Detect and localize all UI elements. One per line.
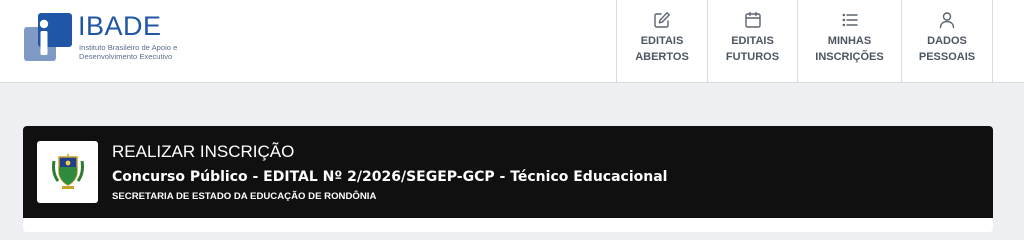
nav-minhas-inscricoes[interactable]: MINHAS INSCRIÇÕES: [797, 0, 901, 83]
nav-label: EDITAIS ABERTOS: [635, 35, 689, 63]
brand-subtitle: Instituto Brasileiro de Apoio e Desenvol…: [79, 43, 178, 61]
nav-label: MINHAS INSCRIÇÕES: [815, 35, 884, 63]
nav-editais-abertos[interactable]: EDITAIS ABERTOS: [616, 0, 707, 83]
exam-title: Concurso Público - EDITAL Nº 2/2026/SEGE…: [112, 169, 668, 185]
page-action-heading: REALIZAR INSCRIÇÃO: [112, 142, 295, 161]
nav-editais-futuros[interactable]: EDITAIS FUTUROS: [707, 0, 797, 83]
organization-emblem: [37, 141, 98, 203]
ibade-logo[interactable]: IBADE Instituto Brasileiro de Apoio e De…: [22, 11, 182, 63]
nav-label: DADOS PESSOAIS: [918, 35, 976, 63]
registration-card: REALIZAR INSCRIÇÃO Concurso Público - ED…: [23, 126, 993, 232]
list-icon: [840, 10, 860, 30]
user-icon: [937, 10, 957, 30]
card-header: REALIZAR INSCRIÇÃO Concurso Público - ED…: [23, 126, 993, 218]
edit-icon: [652, 10, 672, 30]
organization-name: SECRETARIA DE ESTADO DA EDUCAÇÃO DE ROND…: [112, 191, 377, 202]
calendar-icon: [743, 10, 763, 30]
main-nav: EDITAIS ABERTOS EDITAIS FUTUROS MINHAS I…: [616, 0, 993, 83]
nav-dados-pessoais[interactable]: DADOS PESSOAIS: [901, 0, 993, 83]
top-navigation-bar: IBADE Instituto Brasileiro de Apoio e De…: [0, 0, 1024, 83]
ibade-logo-mark: [24, 13, 72, 61]
nav-label: EDITAIS FUTUROS: [725, 35, 780, 63]
state-coat-of-arms-icon: [52, 153, 84, 189]
brand-name: IBADE: [78, 11, 162, 41]
